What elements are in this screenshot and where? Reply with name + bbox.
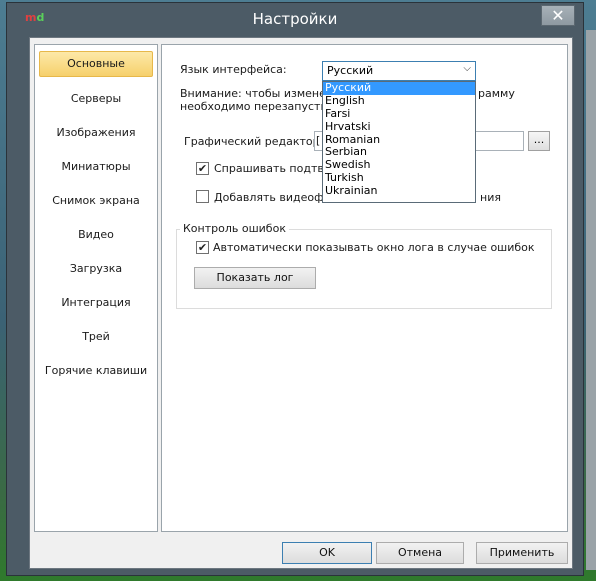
add-video-checkbox[interactable] bbox=[196, 190, 209, 203]
language-option[interactable]: Hrvatski bbox=[323, 120, 475, 134]
background-window-edge bbox=[586, 30, 596, 570]
sidebar-item-thumbnails[interactable]: Миниатюры bbox=[35, 160, 157, 173]
sidebar-item-servers[interactable]: Серверы bbox=[35, 92, 157, 105]
apply-button[interactable]: Применить bbox=[476, 542, 568, 564]
graphic-editor-value: [ bbox=[316, 134, 321, 147]
title-bar[interactable]: md Настройки ✕ bbox=[7, 3, 583, 35]
language-selected-value: Русский bbox=[327, 64, 374, 77]
cancel-button[interactable]: Отмена bbox=[376, 542, 464, 564]
restart-warning-line1-tail: рамму bbox=[478, 87, 515, 100]
auto-log-checkbox-label: Автоматически показывать окно лога в слу… bbox=[213, 241, 535, 254]
chevron-down-icon[interactable]: ⌵ bbox=[463, 63, 471, 74]
language-option[interactable]: Русский bbox=[323, 81, 475, 95]
language-dropdown-list[interactable]: Русский English Farsi Hrvatski Romanian … bbox=[322, 81, 476, 203]
ok-button[interactable]: OK bbox=[282, 542, 372, 564]
sidebar-item-screenshot[interactable]: Снимок экрана bbox=[35, 194, 157, 207]
restart-warning-line2: необходимо перезапустить. bbox=[180, 100, 344, 113]
error-control-group-title: Контроль ошибок bbox=[180, 222, 289, 235]
language-option[interactable]: Farsi bbox=[323, 107, 475, 121]
add-video-checkbox-label-tail: ния bbox=[480, 191, 501, 204]
auto-log-checkbox[interactable]: ✔ bbox=[196, 241, 209, 254]
browse-button[interactable]: ... bbox=[528, 131, 550, 151]
sidebar-item-video[interactable]: Видео bbox=[35, 228, 157, 241]
sidebar-item-hotkeys[interactable]: Горячие клавиши bbox=[35, 364, 157, 377]
language-select[interactable]: Русский ⌵ bbox=[322, 61, 476, 81]
sidebar-item-images[interactable]: Изображения bbox=[35, 126, 157, 139]
window-title: Настройки bbox=[252, 10, 338, 28]
language-option[interactable]: Ukrainian bbox=[323, 184, 475, 198]
close-icon: ✕ bbox=[551, 6, 565, 25]
language-option[interactable]: English bbox=[323, 94, 475, 108]
sidebar-item-integration[interactable]: Интеграция bbox=[35, 296, 157, 309]
sidebar-item-general[interactable]: Основные bbox=[39, 51, 153, 77]
show-log-button[interactable]: Показать лог bbox=[194, 267, 316, 289]
language-label: Язык интерфейса: bbox=[180, 63, 287, 76]
settings-window: md Настройки ✕ Основные Серверы Изображе… bbox=[6, 2, 584, 576]
settings-sidebar: Основные Серверы Изображения Миниатюры С… bbox=[34, 44, 158, 532]
sidebar-item-upload[interactable]: Загрузка bbox=[35, 262, 157, 275]
dialog-client-area: Основные Серверы Изображения Миниатюры С… bbox=[29, 37, 573, 569]
confirm-checkbox[interactable]: ✔ bbox=[196, 162, 209, 175]
graphic-editor-label: Графический редактор: bbox=[184, 135, 324, 148]
sidebar-item-tray[interactable]: Трей bbox=[35, 330, 157, 343]
general-settings-panel: Язык интерфейса: Русский ⌵ Русский Engli… bbox=[161, 44, 568, 532]
close-button[interactable]: ✕ bbox=[541, 5, 575, 26]
